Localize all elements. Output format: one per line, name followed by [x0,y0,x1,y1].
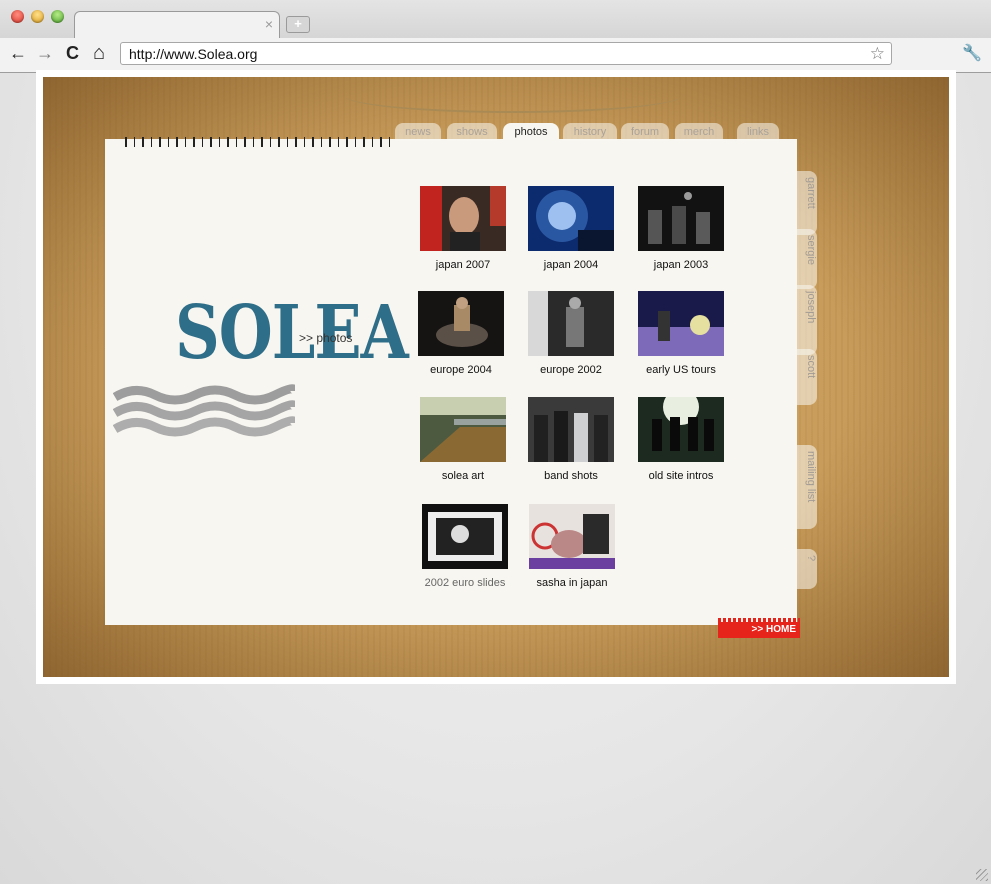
thumbnail-europe-2002[interactable] [528,291,614,356]
gallery-item[interactable]: early US tours [621,291,741,376]
breadcrumb: >> photos [299,331,353,345]
minimize-window-button[interactable] [31,10,44,23]
gallery-item[interactable]: europe 2004 [401,291,521,376]
thumbnail-early-us-tours[interactable] [638,291,724,356]
side-tab-sergie[interactable]: sergie [797,229,817,289]
tab-news[interactable]: news [395,123,441,141]
thumbnail-solea-art[interactable] [420,397,506,462]
gallery-caption[interactable]: japan 2003 [621,259,741,271]
gallery-caption[interactable]: europe 2004 [401,364,521,376]
tab-shows[interactable]: shows [447,123,497,141]
gallery-item[interactable]: old site intros [621,397,741,482]
thumbnail-sasha-in-japan[interactable] [529,504,615,569]
bookmark-star-icon[interactable]: ☆ [870,44,885,64]
browser-tab[interactable]: × [74,11,280,39]
forward-arrow-icon[interactable]: → [36,42,54,64]
gallery-caption[interactable]: sasha in japan [512,577,632,589]
zoom-window-button[interactable] [51,10,64,23]
gallery-item[interactable]: japan 2003 [621,186,741,271]
gallery-caption[interactable]: early US tours [621,364,741,376]
back-arrow-icon[interactable]: ← [9,42,27,64]
gallery-item[interactable]: solea art [403,397,523,482]
gallery-item[interactable]: japan 2004 [511,186,631,271]
thumbnail-japan-2004[interactable] [528,186,614,251]
solea-logo[interactable]: SOLEA [175,292,409,372]
thumbnail-europe-2004[interactable] [418,291,504,356]
tab-photos[interactable]: photos [503,123,559,141]
gallery-caption[interactable]: band shots [511,470,631,482]
address-bar[interactable]: http://www.Solea.org ☆ [120,42,892,65]
tab-forum[interactable]: forum [621,123,669,141]
gallery-item[interactable]: europe 2002 [511,291,631,376]
gallery-item[interactable]: japan 2007 [403,186,523,271]
side-tab-help[interactable]: ? [797,549,817,589]
gallery-caption[interactable]: japan 2007 [403,259,523,271]
side-tab-garrett[interactable]: garrett [797,171,817,235]
gallery-item[interactable]: 2002 euro slides [405,504,525,589]
window-resize-handle[interactable] [976,869,988,881]
side-tab-mailing-list[interactable]: mailing list [797,445,817,529]
thumbnail-band-shots[interactable] [528,397,614,462]
gallery-caption[interactable]: 2002 euro slides [405,577,525,589]
side-tab-scott[interactable]: scott [797,349,817,405]
wrench-menu-icon[interactable]: 🔧 [962,43,982,63]
gallery-caption[interactable]: japan 2004 [511,259,631,271]
reload-icon[interactable]: C [66,42,79,64]
tab-merch[interactable]: merch [675,123,723,141]
side-tab-joseph[interactable]: joseph [797,285,817,355]
browser-chrome: × + ← → C ⌂ http://www.Solea.org ☆ 🔧 [0,0,991,73]
thumbnail-2002-euro-slides[interactable] [422,504,508,569]
tab-history[interactable]: history [563,123,617,141]
waves-logo-icon [113,384,295,437]
gallery-item[interactable]: band shots [511,397,631,482]
home-button[interactable]: >> HOME [718,622,800,638]
close-window-button[interactable] [11,10,24,23]
home-icon[interactable]: ⌂ [93,42,105,64]
gallery-item[interactable]: sasha in japan [512,504,632,589]
thumbnail-japan-2003[interactable] [638,186,724,251]
gallery-caption[interactable]: solea art [403,470,523,482]
tab-links[interactable]: links [737,123,779,141]
gallery-caption[interactable]: old site intros [621,470,741,482]
new-tab-button[interactable]: + [286,16,310,33]
rope-decoration [343,77,683,113]
gallery-caption[interactable]: europe 2002 [511,364,631,376]
url-text[interactable]: http://www.Solea.org [129,46,257,62]
thumbnail-old-site-intros[interactable] [638,397,724,462]
site-background: news shows photos history forum merch li… [42,76,950,678]
barcode-decoration [125,137,395,147]
paper-extension [119,497,159,625]
thumbnail-japan-2007[interactable] [420,186,506,251]
tab-close-icon[interactable]: × [265,16,273,32]
